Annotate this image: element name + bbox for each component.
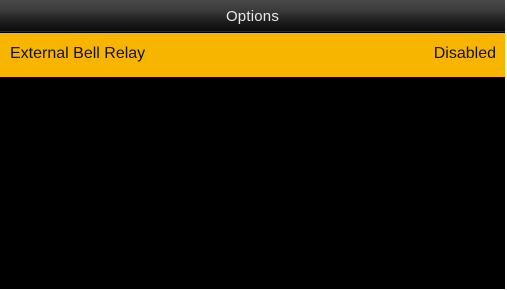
menu-item-external-bell-relay[interactable]: External Bell Relay Disabled bbox=[0, 33, 505, 77]
title-bar: Options bbox=[0, 0, 505, 32]
menu-item-label: External Bell Relay bbox=[10, 45, 146, 62]
empty-list-area bbox=[0, 77, 505, 289]
device-screen: Options External Bell Relay Disabled bbox=[0, 0, 505, 289]
menu-item-value: Disabled bbox=[433, 45, 496, 62]
page-title: Options bbox=[225, 8, 280, 25]
